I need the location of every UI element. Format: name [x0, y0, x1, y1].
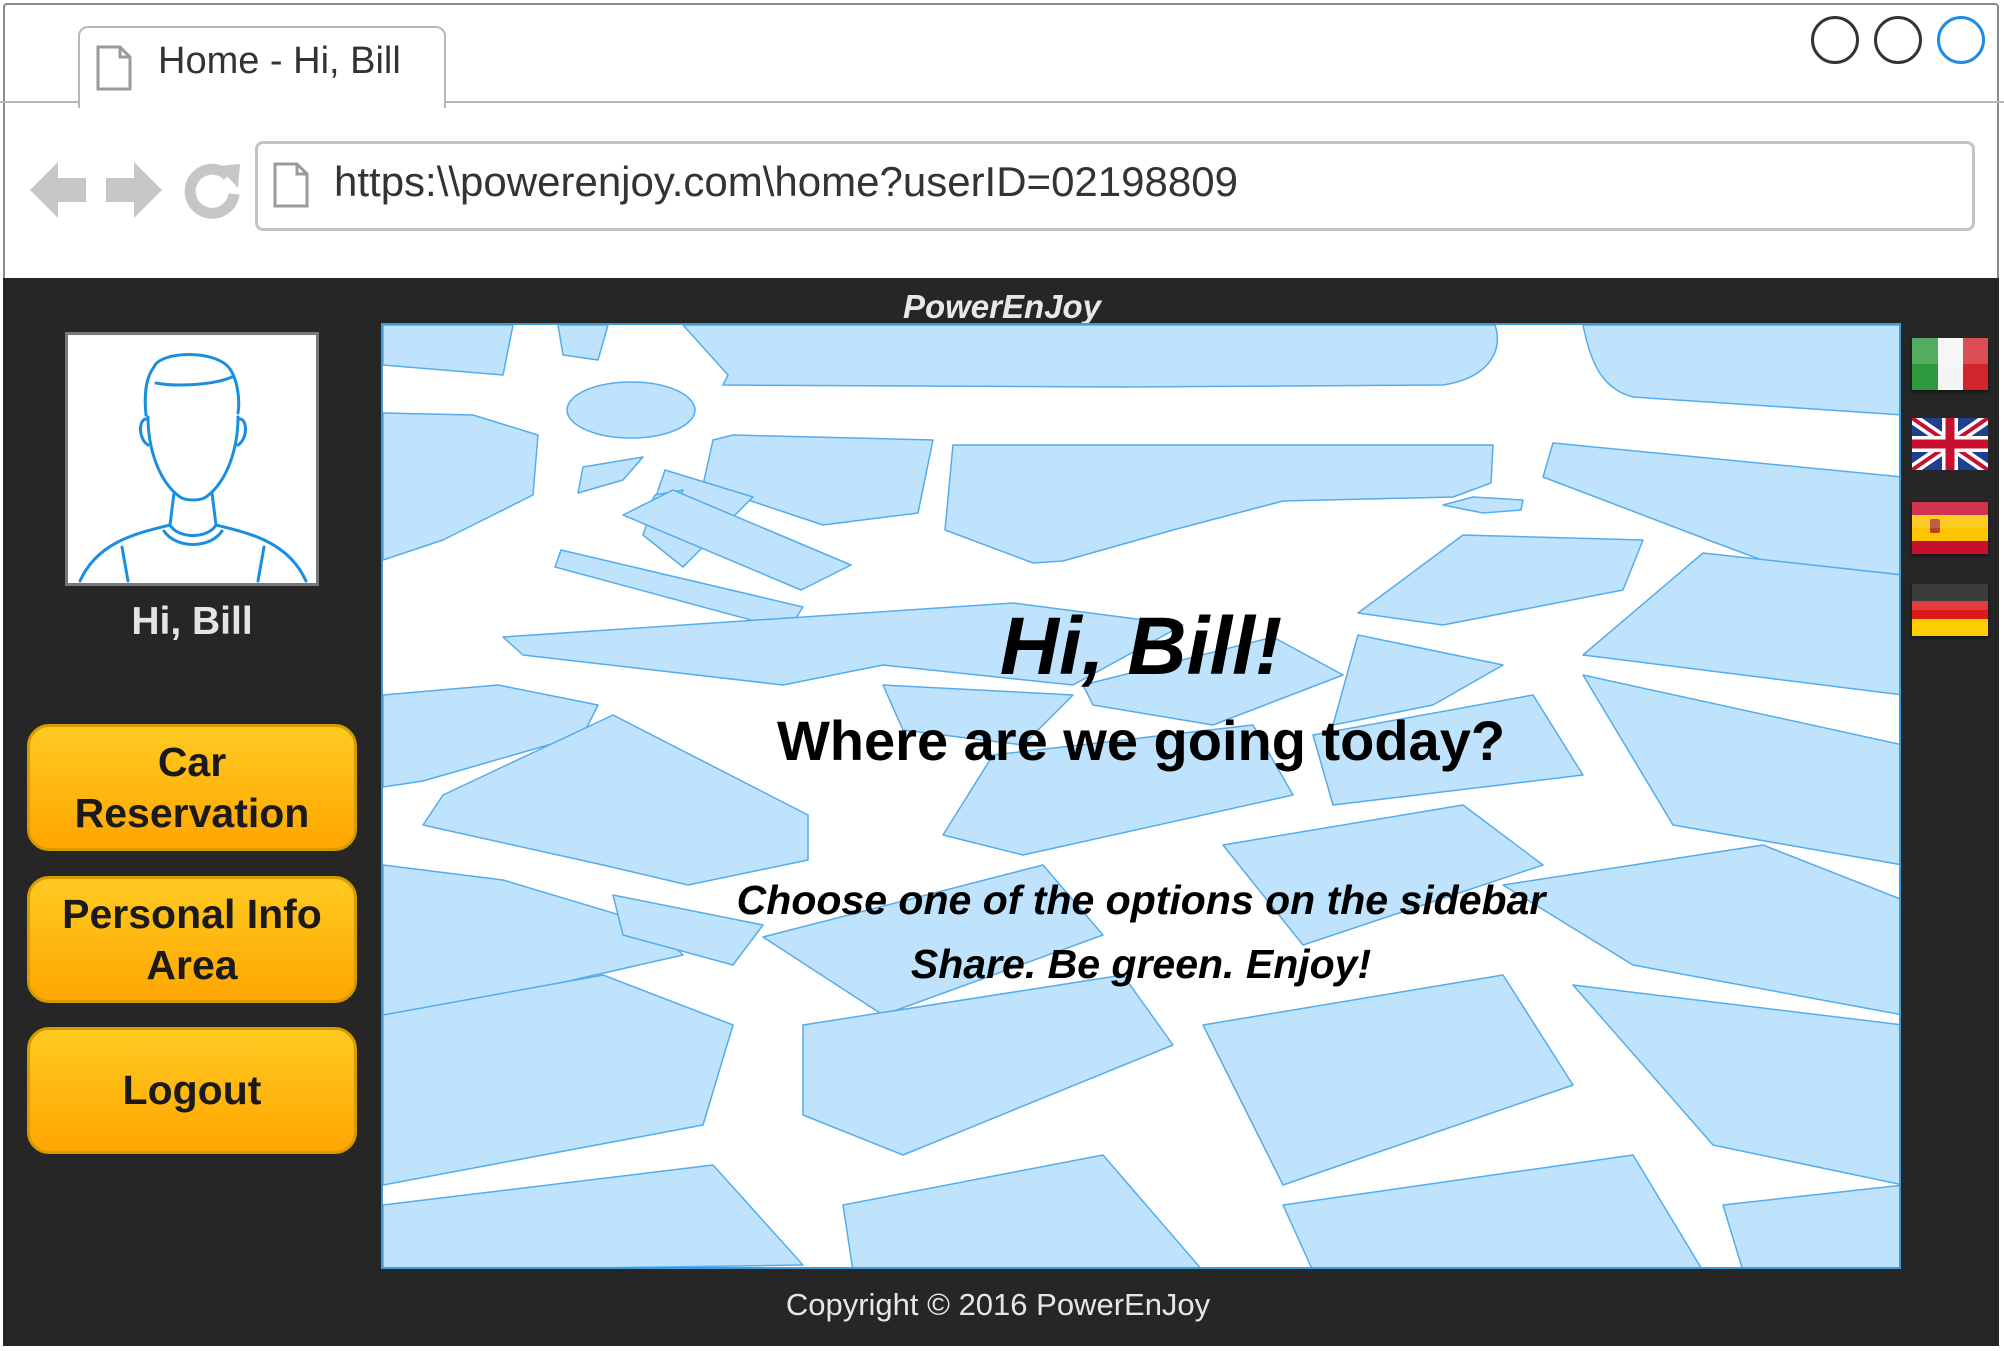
reload-icon[interactable] — [182, 160, 242, 220]
personal-info-area-button[interactable]: Personal Info Area — [27, 876, 357, 1003]
car-reservation-button[interactable]: Car Reservation — [27, 724, 357, 851]
page-icon — [96, 45, 132, 91]
window-circle-button[interactable] — [1937, 16, 1985, 64]
back-arrow-icon[interactable] — [28, 158, 88, 222]
map-graphic — [383, 325, 1899, 1267]
german-flag-icon[interactable] — [1912, 584, 1988, 636]
button-label: Car — [157, 738, 227, 785]
window-circle-button[interactable] — [1874, 16, 1922, 64]
slogan-text: Share. Be green. Enjoy! — [910, 941, 1372, 987]
url-text[interactable]: https:\\powerenjoy.com\home?userID=02198… — [334, 158, 1238, 206]
avatar — [65, 332, 319, 586]
uk-flag-icon[interactable] — [1912, 418, 1988, 470]
page-icon — [273, 162, 309, 208]
tab-title: Home - Hi, Bill — [158, 40, 401, 82]
user-avatar-icon — [78, 353, 308, 583]
logout-button[interactable]: Logout — [27, 1027, 357, 1154]
button-label: Area — [146, 941, 238, 988]
spanish-flag-icon[interactable] — [1912, 502, 1988, 554]
instruction-text: Choose one of the options on the sidebar — [736, 877, 1546, 923]
welcome-subheadline: Where are we going today? — [776, 709, 1506, 772]
button-label: Personal Info — [62, 890, 322, 937]
brand-title: PowerEnJoy — [902, 288, 1102, 325]
window-circle-button[interactable] — [1811, 16, 1859, 64]
button-label: Reservation — [74, 789, 310, 836]
welcome-headline: Hi, Bill! — [999, 601, 1283, 692]
footer-copyright: Copyright © 2016 PowerEnJoy — [785, 1287, 1211, 1322]
tab-strip-divider — [444, 101, 2004, 103]
sidebar-greeting: Hi, Bill — [131, 600, 253, 643]
forward-arrow-icon[interactable] — [104, 158, 164, 222]
tab-strip-divider — [0, 101, 80, 103]
city-map[interactable] — [381, 323, 1901, 1269]
button-label: Logout — [122, 1067, 262, 1113]
italian-flag-icon[interactable] — [1912, 338, 1988, 390]
